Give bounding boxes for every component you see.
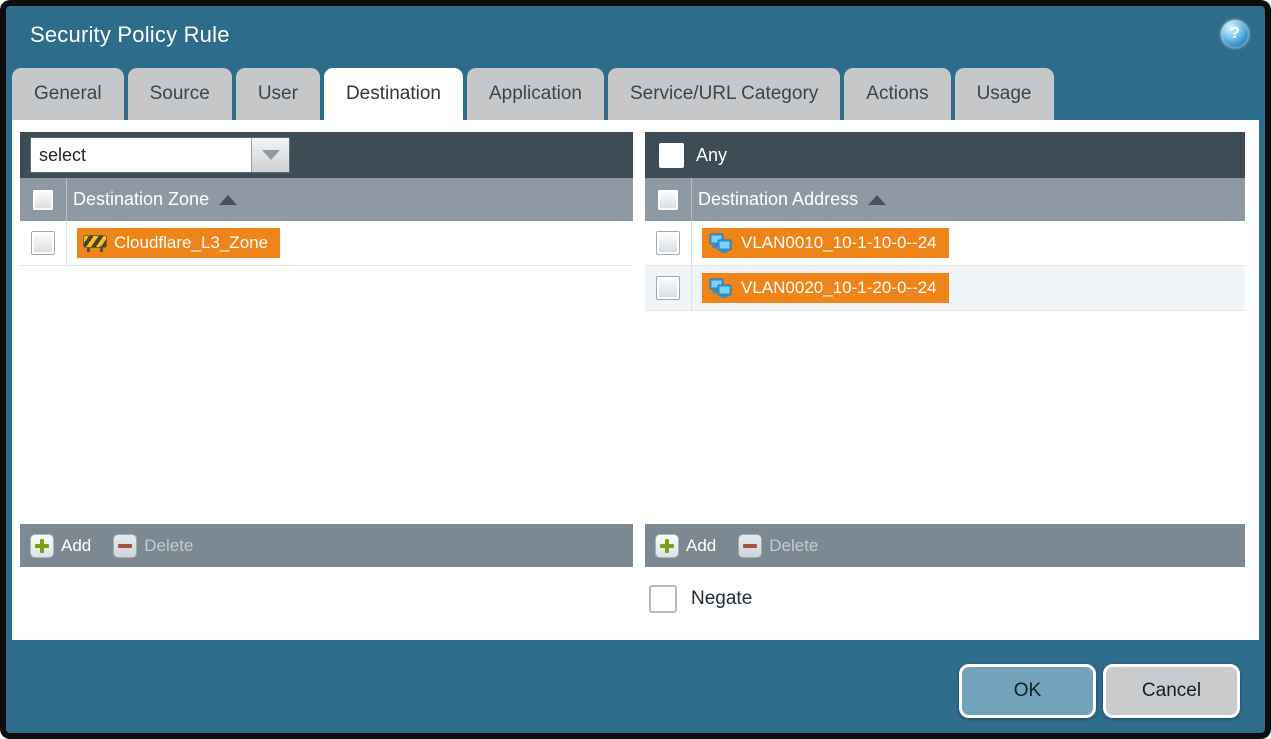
address-item-label: VLAN0020_10-1-20-0--24: [741, 278, 937, 298]
dialog-title: Security Policy Rule: [6, 22, 230, 48]
address-column-label: Destination Address: [698, 189, 858, 210]
address-column-title[interactable]: Destination Address: [692, 189, 886, 210]
address-select-all-checkbox[interactable]: [657, 189, 679, 211]
zone-delete-label: Delete: [144, 536, 193, 556]
any-toggle: Any: [655, 143, 727, 168]
tab-destination[interactable]: Destination: [324, 68, 463, 120]
zone-select-dropdown[interactable]: select: [30, 137, 290, 173]
plus-icon: [655, 534, 679, 558]
destination-address-panel: Any Destination Address: [645, 132, 1245, 567]
zone-column-label: Destination Zone: [73, 189, 209, 210]
address-row-checkbox-cell: [645, 266, 692, 310]
zone-icon: [84, 234, 106, 252]
zone-add-button[interactable]: Add: [30, 534, 91, 558]
address-delete-label: Delete: [769, 536, 818, 556]
zone-select-all-cell: [20, 178, 67, 221]
tab-general[interactable]: General: [12, 68, 124, 120]
zone-row-checkbox-cell: [20, 221, 67, 265]
zone-select-dropdown-button[interactable]: [251, 138, 289, 172]
tab-content-destination: select Destination Zone: [12, 120, 1259, 640]
zone-select-all-checkbox[interactable]: [32, 189, 54, 211]
tab-user[interactable]: User: [236, 68, 320, 120]
chevron-down-icon: [262, 150, 280, 160]
tab-application[interactable]: Application: [467, 68, 604, 120]
tab-usage[interactable]: Usage: [955, 68, 1054, 120]
negate-row: Negate: [649, 585, 1259, 613]
address-column-header: Destination Address: [645, 178, 1245, 221]
negate-label: Negate: [691, 588, 752, 610]
help-icon[interactable]: ?: [1221, 20, 1249, 48]
address-select-all-cell: [645, 178, 692, 221]
address-item[interactable]: VLAN0010_10-1-10-0--24: [702, 228, 949, 258]
address-add-label: Add: [686, 536, 716, 556]
zone-panel-header: select: [20, 132, 633, 178]
address-list: VLAN0010_10-1-10-0--24: [645, 221, 1245, 524]
negate-checkbox[interactable]: [649, 585, 677, 613]
zone-select-value: select: [31, 138, 251, 172]
zone-item-label: Cloudflare_L3_Zone: [114, 233, 268, 253]
address-panel-footer: Add Delete: [645, 524, 1245, 567]
title-bar: Security Policy Rule ?: [6, 6, 1265, 64]
ok-button[interactable]: OK: [959, 664, 1096, 718]
zone-item[interactable]: Cloudflare_L3_Zone: [77, 228, 280, 258]
security-policy-rule-dialog: Security Policy Rule ? General Source Us…: [6, 6, 1265, 733]
panels: select Destination Zone: [12, 120, 1259, 567]
address-row-checkbox[interactable]: [656, 276, 680, 300]
address-item[interactable]: VLAN0020_10-1-20-0--24: [702, 273, 949, 303]
help-glyph: ?: [1230, 25, 1240, 43]
tab-source[interactable]: Source: [128, 68, 232, 120]
zone-row-checkbox[interactable]: [31, 231, 55, 255]
dialog-footer: OK Cancel: [6, 640, 1265, 733]
minus-icon: [113, 534, 137, 558]
zone-column-title[interactable]: Destination Zone: [67, 189, 237, 210]
dialog-outer-frame: Security Policy Rule ? General Source Us…: [0, 0, 1271, 739]
minus-icon: [738, 534, 762, 558]
address-row[interactable]: VLAN0010_10-1-10-0--24: [645, 221, 1245, 266]
any-checkbox[interactable]: [659, 143, 684, 168]
zone-row[interactable]: Cloudflare_L3_Zone: [20, 221, 633, 266]
sort-ascending-icon[interactable]: [219, 195, 237, 205]
tab-service-url-category[interactable]: Service/URL Category: [608, 68, 840, 120]
sort-ascending-icon[interactable]: [868, 195, 886, 205]
zone-column-header: Destination Zone: [20, 178, 633, 221]
address-add-button[interactable]: Add: [655, 534, 716, 558]
address-delete-button[interactable]: Delete: [738, 534, 818, 558]
address-item-label: VLAN0010_10-1-10-0--24: [741, 233, 937, 253]
address-panel-header: Any: [645, 132, 1245, 178]
tab-actions[interactable]: Actions: [844, 68, 950, 120]
address-row-checkbox-cell: [645, 221, 692, 265]
plus-icon: [30, 534, 54, 558]
cancel-button[interactable]: Cancel: [1103, 664, 1240, 718]
destination-zone-panel: select Destination Zone: [20, 132, 633, 567]
address-row-checkbox[interactable]: [656, 231, 680, 255]
address-icon: [709, 233, 733, 253]
address-row[interactable]: VLAN0020_10-1-20-0--24: [645, 266, 1245, 311]
zone-delete-button[interactable]: Delete: [113, 534, 193, 558]
zone-add-label: Add: [61, 536, 91, 556]
zone-list: Cloudflare_L3_Zone: [20, 221, 633, 524]
any-label: Any: [696, 145, 727, 166]
address-icon: [709, 278, 733, 298]
zone-panel-footer: Add Delete: [20, 524, 633, 567]
tab-bar: General Source User Destination Applicat…: [6, 64, 1265, 120]
